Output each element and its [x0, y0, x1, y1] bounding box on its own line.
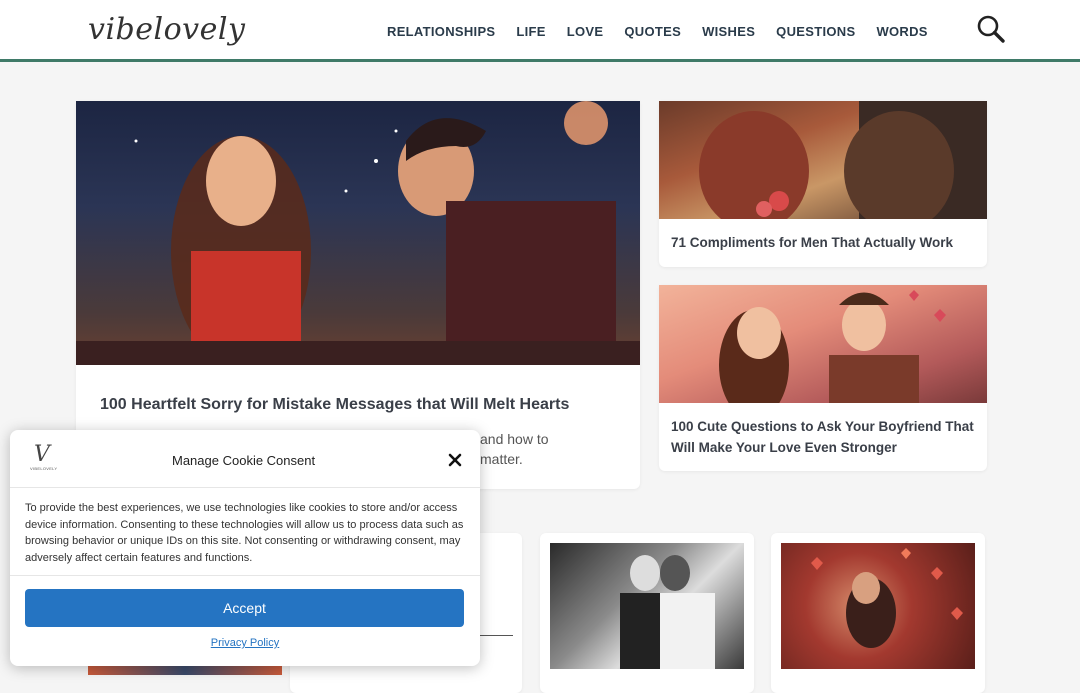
featured-post-title[interactable]: 100 Heartfelt Sorry for Mistake Messages… — [100, 396, 569, 414]
bottom-post-card[interactable] — [771, 533, 985, 693]
nav-item-love[interactable]: LOVE — [567, 24, 604, 39]
bottom-post-image[interactable] — [781, 543, 975, 669]
privacy-policy-link[interactable]: Privacy Policy — [10, 637, 480, 649]
site-header: vibelovely RELATIONSHIPS LIFE LOVE QUOTE… — [0, 0, 1080, 62]
nav-item-quotes[interactable]: QUOTES — [624, 24, 681, 39]
nav-item-questions[interactable]: QUESTIONS — [776, 24, 855, 39]
side-post-card[interactable]: 100 Cute Questions to Ask Your Boyfriend… — [659, 285, 987, 471]
side-post-image[interactable] — [659, 285, 987, 420]
side-post-title[interactable]: 71 Compliments for Men That Actually Wor… — [671, 235, 976, 250]
cookie-consent-dialog: V VIBELOVELY Manage Cookie Consent To pr… — [10, 430, 480, 666]
side-post-image[interactable] — [659, 101, 987, 231]
divider — [10, 575, 480, 576]
logo-monogram: V — [34, 442, 50, 467]
main-nav: RELATIONSHIPS LIFE LOVE QUOTES WISHES QU… — [387, 24, 949, 39]
cookie-dialog-title: Manage Cookie Consent — [172, 453, 316, 468]
bottom-post-image[interactable] — [550, 543, 744, 669]
nav-item-words[interactable]: WORDS — [876, 24, 927, 39]
side-post-card[interactable]: 71 Compliments for Men That Actually Wor… — [659, 101, 987, 267]
featured-excerpt-text: and how to matter. — [480, 431, 549, 467]
search-icon[interactable] — [976, 14, 1008, 46]
accept-button[interactable]: Accept — [25, 589, 464, 627]
nav-item-relationships[interactable]: RELATIONSHIPS — [387, 24, 495, 39]
side-post-title[interactable]: 100 Cute Questions to Ask Your Boyfriend… — [671, 416, 976, 458]
cookie-dialog-logo: V VIBELOVELY — [28, 442, 64, 474]
site-logo[interactable]: vibelovely — [88, 12, 245, 47]
logo-wordmark: VIBELOVELY — [30, 466, 58, 471]
bottom-post-image-partial[interactable] — [88, 665, 282, 675]
bottom-post-card[interactable] — [540, 533, 754, 693]
cookie-dialog-text: To provide the best experiences, we use … — [25, 502, 464, 564]
featured-post-image[interactable] — [76, 101, 640, 366]
nav-item-wishes[interactable]: WISHES — [702, 24, 755, 39]
close-icon[interactable] — [447, 452, 463, 468]
nav-item-life[interactable]: LIFE — [516, 24, 545, 39]
divider — [10, 487, 480, 488]
